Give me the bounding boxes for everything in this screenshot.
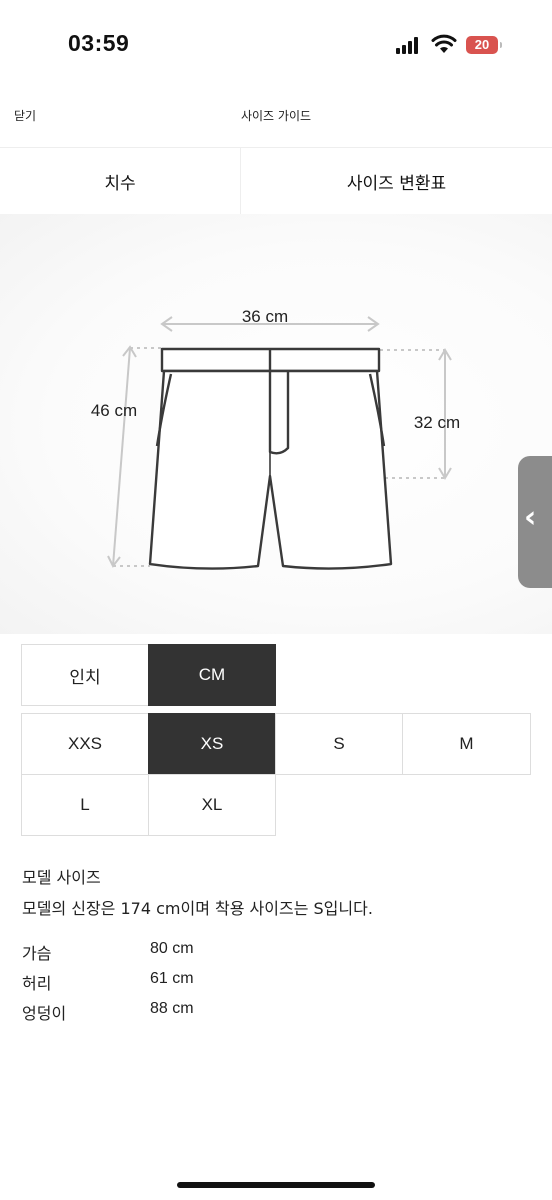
tab-bar: 치수 사이즈 변환표 [0, 147, 552, 216]
tab-size-conversion[interactable]: 사이즈 변환표 [240, 148, 552, 215]
length-label: 46 cm [91, 401, 137, 420]
page-title: 사이즈 가이드 [240, 109, 312, 123]
side-panel-handle[interactable]: ‹ [518, 456, 552, 588]
measurement-value: 61 cm [150, 970, 194, 987]
measurement-value: 88 cm [150, 1000, 194, 1017]
model-size-title: 모델 사이즈 [22, 868, 101, 887]
rise-label: 32 cm [414, 413, 460, 432]
shorts-outline [148, 347, 393, 570]
shorts-diagram: 36 cm 46 cm 32 cm [91, 307, 460, 570]
size-option-s[interactable]: S [275, 713, 403, 775]
wifi-icon [431, 34, 457, 53]
size-option-xxs[interactable]: XXS [21, 713, 149, 775]
unit-cm-option[interactable]: CM [148, 644, 276, 706]
measurement-label: 가슴 [22, 944, 52, 963]
cellular-signal-icon [396, 36, 422, 54]
size-option-l[interactable]: L [21, 774, 149, 836]
battery-nub [500, 42, 502, 48]
size-option-m[interactable]: M [402, 713, 531, 775]
measurement-label: 엉덩이 [22, 1004, 67, 1023]
top-bar: 닫기 사이즈 가이드 [0, 100, 552, 130]
measurement-value: 80 cm [150, 940, 194, 957]
size-option-xs[interactable]: XS [148, 713, 276, 775]
width-label: 36 cm [242, 307, 288, 326]
model-size-description: 모델의 신장은 174 cm이며 착용 사이즈는 S입니다. [22, 899, 373, 918]
status-bar: 03:59 20 [0, 0, 552, 90]
unit-inch-option[interactable]: 인치 [21, 644, 149, 706]
home-indicator[interactable] [177, 1182, 375, 1188]
tab-measurements[interactable]: 치수 [0, 148, 240, 215]
size-option-xl[interactable]: XL [148, 774, 276, 836]
chevron-left-icon: ‹ [524, 500, 537, 535]
status-time: 03:59 [68, 30, 130, 56]
size-diagram: 36 cm 46 cm 32 cm [0, 214, 552, 634]
measurement-label: 허리 [22, 974, 52, 993]
battery-icon: 20 [466, 36, 498, 54]
